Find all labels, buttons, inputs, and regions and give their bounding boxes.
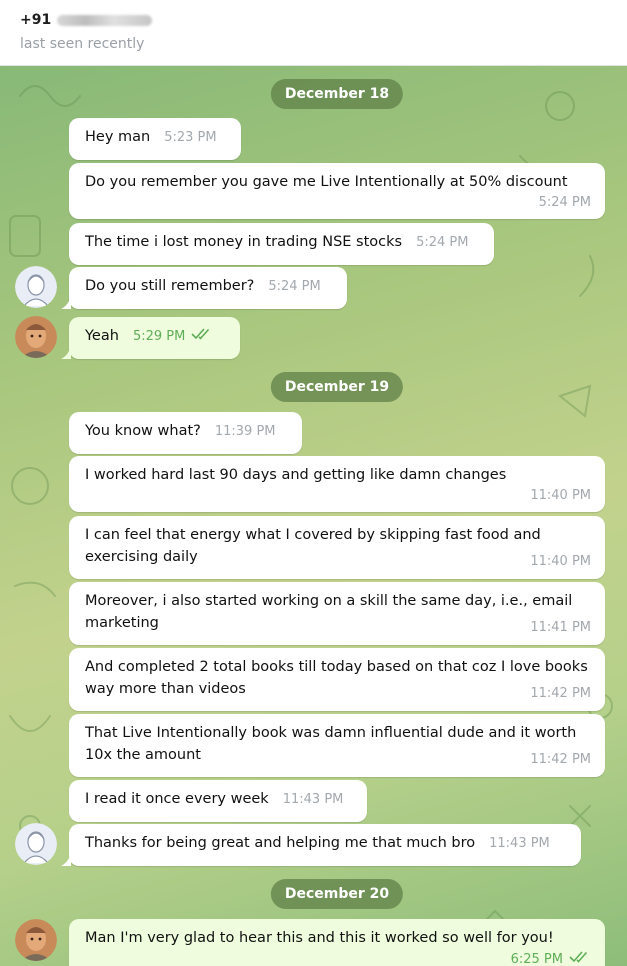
message-bubble[interactable]: You know what? 11:39 PM [69, 412, 302, 454]
message-bubble[interactable]: Moreover, i also started working on a sk… [69, 582, 605, 645]
message-text: Do you still remember? [85, 278, 255, 294]
message-bubble[interactable]: I read it once every week 11:43 PM [69, 780, 367, 822]
message-bubble[interactable]: Do you remember you gave me Live Intenti… [69, 163, 605, 219]
message-text: The time i lost money in trading NSE sto… [85, 234, 403, 250]
message-bubble-own[interactable]: Yeah 5:29 PM [61, 317, 240, 359]
message-time: 11:43 PM [282, 792, 344, 807]
double-check-icon [191, 325, 213, 347]
message-text: You know what? [85, 423, 201, 439]
user-avatar-icon [15, 919, 57, 961]
message-text: I read it once every week [85, 791, 269, 807]
contact-avatar[interactable] [15, 266, 57, 308]
message-time: 5:23 PM [164, 130, 217, 145]
date-separator: December 20 [270, 879, 404, 909]
message-text: Yeah [85, 328, 119, 344]
message-time: 11:40 PM [530, 488, 591, 503]
message-time: 5:24 PM [416, 235, 469, 250]
redacted-number [57, 14, 153, 26]
date-separator: December 19 [270, 372, 404, 402]
message-text: Thanks for being great and helping me th… [85, 835, 476, 851]
phone-prefix: +91 [20, 12, 52, 28]
message-time: 11:39 PM [214, 424, 276, 439]
message-text: Do you remember you gave me Live Intenti… [85, 174, 568, 190]
own-avatar[interactable] [15, 919, 57, 961]
double-check-icon [569, 951, 591, 966]
chat-area[interactable]: December 18 December 19 December 20 Hey … [0, 66, 627, 966]
message-bubble[interactable]: The time i lost money in trading NSE sto… [69, 223, 494, 265]
message-bubble[interactable]: Thanks for being great and helping me th… [61, 824, 581, 866]
message-bubble[interactable]: Do you still remember? 5:24 PM [61, 267, 347, 309]
message-bubble-own[interactable]: Man I'm very glad to hear this and this … [69, 919, 605, 966]
contact-status: last seen recently [20, 36, 145, 52]
user-avatar-icon [15, 316, 57, 358]
message-text: I worked hard last 90 days and getting l… [85, 467, 507, 483]
user-avatar-icon [15, 823, 57, 865]
bubble-tail [61, 852, 71, 866]
message-bubble[interactable]: Hey man 5:23 PM [69, 118, 241, 160]
message-time: 5:24 PM [268, 279, 321, 294]
contact-name[interactable]: +91 [20, 11, 153, 29]
message-time: 5:29 PM [132, 329, 186, 344]
message-time: 5:24 PM [538, 195, 591, 210]
message-text: Hey man [85, 129, 151, 145]
message-text: Man I'm very glad to hear this and this … [85, 930, 554, 946]
own-avatar[interactable] [15, 316, 57, 358]
message-time-value: 6:25 PM [510, 952, 563, 966]
message-time: 6:25 PM [85, 951, 591, 966]
bubble-tail [61, 295, 71, 309]
chat-header[interactable]: +91 last seen recently [0, 0, 627, 66]
message-bubble[interactable]: That Live Intentionally book was damn in… [69, 714, 605, 777]
user-avatar-icon [15, 266, 57, 308]
date-separator: December 18 [270, 79, 404, 109]
message-time: 11:41 PM [530, 620, 591, 635]
message-bubble[interactable]: I worked hard last 90 days and getting l… [69, 456, 605, 512]
contact-avatar[interactable] [15, 823, 57, 865]
message-bubble[interactable]: I can feel that energy what I covered by… [69, 516, 605, 579]
message-time: 11:43 PM [489, 836, 550, 851]
message-bubble[interactable]: And completed 2 total books till today b… [69, 648, 605, 711]
bubble-tail [61, 345, 71, 359]
